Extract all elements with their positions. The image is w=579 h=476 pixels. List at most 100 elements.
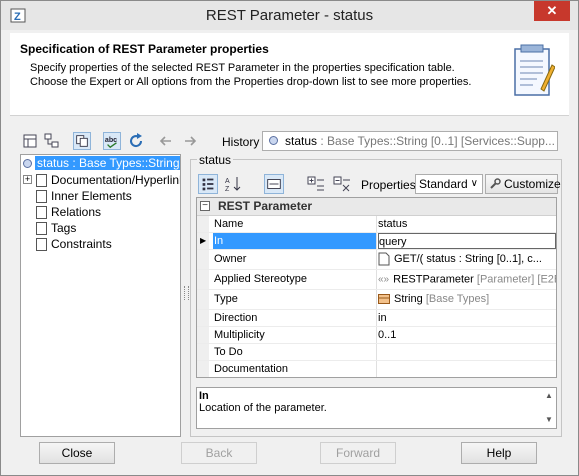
svg-text:abc: abc — [105, 136, 117, 144]
property-name: Type — [213, 290, 377, 309]
main-toolbar: abc History : status : Base Types::Strin… — [21, 131, 561, 153]
expand-all-icon[interactable] — [306, 174, 326, 194]
property-value[interactable] — [378, 344, 556, 360]
tree-item-constraints[interactable]: Constraints — [21, 236, 112, 252]
wrench-icon — [490, 178, 501, 189]
tree-item-label: status : Base Types::String [0.. — [35, 156, 180, 170]
history-dropdown[interactable]: status : Base Types::String [0..1] [Serv… — [262, 131, 558, 151]
property-description-box: In Location of the parameter. ▲ ▼ — [196, 387, 557, 429]
forward-arrow-icon[interactable] — [181, 132, 199, 150]
tree-item-label: Tags — [51, 221, 77, 235]
type-value: String — [394, 293, 423, 305]
owner-value: GET/( status : String [0..1], c... — [394, 253, 542, 265]
header-description: Specify properties of the selected REST … — [30, 61, 500, 89]
properties-value: Standard — [419, 177, 468, 191]
stereotype-value: RESTParameter — [393, 273, 474, 286]
window-title: REST Parameter - status — [205, 7, 374, 24]
property-value[interactable]: String [Base Types] — [378, 290, 556, 309]
specification-group-title: status — [197, 153, 234, 167]
node-icon — [36, 222, 47, 236]
spec-toolbar: AZ Properties: Standard ∨ Customize — [196, 173, 561, 195]
description-toggle-icon[interactable] — [264, 174, 284, 194]
description-title: In — [199, 390, 209, 402]
tree-item-label: Constraints — [51, 237, 112, 251]
property-value[interactable]: query — [378, 233, 556, 249]
tree-view-icon[interactable] — [21, 132, 39, 150]
back-arrow-icon[interactable] — [157, 132, 175, 150]
section-title: REST Parameter — [218, 199, 313, 213]
customize-button[interactable]: Customize — [485, 174, 561, 194]
row-gutter — [197, 216, 209, 232]
table-row[interactable]: Name status — [197, 216, 556, 233]
specification-document-icon — [514, 44, 555, 96]
table-row[interactable]: Applied Stereotype «» RESTParameter [Para… — [197, 270, 556, 290]
properties-dropdown[interactable]: Standard ∨ — [415, 174, 483, 194]
collapse-all-icon[interactable] — [332, 174, 352, 194]
categorized-view-icon[interactable] — [198, 174, 218, 194]
close-window-button[interactable]: ✕ — [534, 1, 570, 21]
description-scrollbar[interactable]: ▲ ▼ — [544, 390, 554, 426]
property-name: Multiplicity — [213, 327, 377, 343]
header-line-2: Choose the Expert or All options from th… — [30, 76, 472, 88]
node-icon — [36, 238, 47, 252]
tree-item-relations[interactable]: Relations — [21, 204, 101, 220]
stereotype-icon: «» — [378, 274, 390, 285]
stereotype-detail: [Parameter] [E2E — [476, 273, 556, 286]
row-gutter — [197, 270, 209, 289]
property-value[interactable]: «» RESTParameter [Parameter] [E2E — [378, 270, 556, 289]
forward-button[interactable]: Forward — [320, 442, 396, 464]
table-row[interactable]: ▶ In query — [197, 233, 556, 250]
table-row[interactable]: Type String [Base Types] — [197, 290, 556, 310]
refresh-icon[interactable] — [127, 132, 145, 150]
table-row[interactable]: To Do — [197, 344, 556, 361]
row-gutter: ▶ — [197, 233, 209, 249]
hierarchy-icon[interactable] — [43, 132, 61, 150]
table-row[interactable]: Direction in — [197, 310, 556, 327]
svg-text:Z: Z — [225, 186, 230, 193]
svg-text:A: A — [225, 178, 230, 185]
property-name: Owner — [213, 250, 377, 269]
node-icon — [36, 190, 47, 204]
row-gutter — [197, 344, 209, 360]
chevron-down-icon: ∨ — [470, 178, 478, 189]
customize-label: Customize — [504, 177, 561, 191]
sort-alphabetical-icon[interactable]: AZ — [224, 174, 244, 194]
property-value[interactable]: GET/( status : String [0..1], c... — [378, 250, 556, 269]
properties-label: Properties: — [361, 178, 420, 192]
tree-item-tags[interactable]: Tags — [21, 220, 76, 236]
property-value[interactable] — [378, 361, 556, 377]
history-label: History : — [222, 135, 267, 149]
property-value[interactable]: in — [378, 310, 556, 326]
tree-item-label: Inner Elements — [51, 189, 132, 203]
table-row[interactable]: Multiplicity 0..1 — [197, 327, 556, 344]
history-value-detail: : Base Types::String [0..1] [Services::S… — [317, 134, 555, 148]
property-value[interactable]: 0..1 — [378, 327, 556, 343]
property-value[interactable]: status — [378, 216, 556, 232]
row-gutter — [197, 250, 209, 269]
collapse-icon[interactable]: − — [200, 201, 210, 211]
tree-item-root[interactable]: status : Base Types::String [0.. — [21, 155, 180, 171]
row-gutter — [197, 310, 209, 326]
expand-icon[interactable]: + — [23, 175, 32, 184]
back-button[interactable]: Back — [181, 442, 257, 464]
row-gutter — [197, 327, 209, 343]
help-button[interactable]: Help — [461, 442, 537, 464]
panel-splitter[interactable] — [184, 286, 189, 300]
tree-item-inner-elements[interactable]: Inner Elements — [21, 188, 132, 204]
copy-view-icon[interactable] — [73, 132, 91, 150]
dialog-footer: Close Back Forward Help — [1, 440, 578, 476]
property-name: Applied Stereotype — [213, 270, 377, 289]
tree-item-documentation[interactable]: + Documentation/Hyperlinks — [21, 172, 180, 188]
header-line-1: Specify properties of the selected REST … — [30, 62, 455, 74]
section-header[interactable]: − REST Parameter — [197, 198, 556, 216]
table-row[interactable]: Documentation — [197, 361, 556, 377]
parameter-icon — [23, 159, 32, 169]
table-row[interactable]: Owner GET/( status : String [0..1], c... — [197, 250, 556, 270]
spell-check-icon[interactable]: abc — [103, 132, 121, 150]
property-name: Name — [213, 216, 377, 232]
row-gutter — [197, 361, 209, 377]
close-button[interactable]: Close — [39, 442, 115, 464]
property-name: Documentation — [213, 361, 377, 377]
dialog-window: Z REST Parameter - status ✕ Specificatio… — [0, 0, 579, 476]
operation-icon — [378, 252, 390, 266]
